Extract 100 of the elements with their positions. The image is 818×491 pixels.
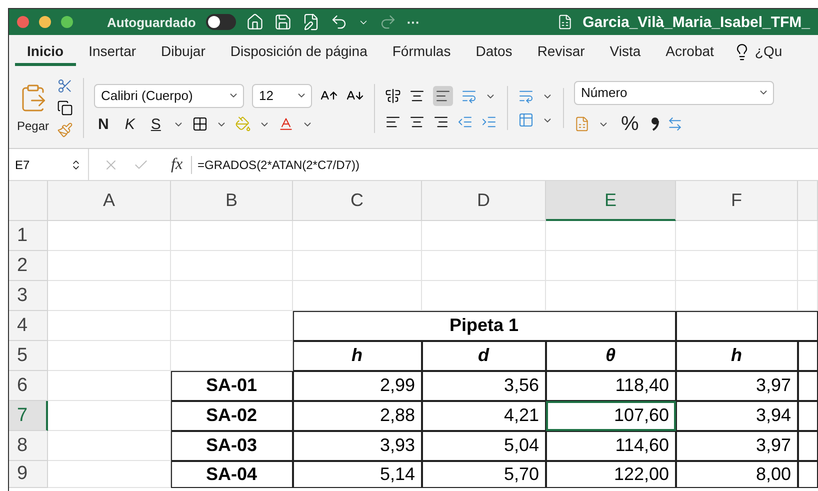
empty-cell[interactable] [422, 281, 546, 311]
ribbon-tab[interactable]: Acrobat [654, 37, 726, 66]
empty-cell[interactable] [546, 251, 676, 281]
ribbon-tab[interactable]: Dibujar [149, 37, 218, 66]
undo-icon [330, 13, 348, 31]
fill-color-icon [234, 116, 251, 132]
table-cell: 3,56 [422, 371, 546, 401]
row-header[interactable]: 5 [9, 341, 48, 371]
align-bottom-icon [435, 88, 452, 104]
empty-cell[interactable] [798, 401, 818, 431]
row-header[interactable]: 9 [9, 461, 48, 488]
redo-icon [378, 13, 397, 31]
column-header[interactable]: A [48, 181, 171, 221]
table-header: h [676, 341, 798, 371]
table-cell: 122,00 [546, 461, 676, 488]
more-button[interactable]: ··· [406, 14, 420, 30]
row-header[interactable]: 4 [9, 311, 48, 341]
empty-cell[interactable] [798, 431, 818, 461]
column-header[interactable]: F [676, 181, 798, 221]
font-size-dropdown[interactable]: 12 [252, 84, 312, 108]
empty-cell[interactable] [546, 281, 676, 311]
empty-cell[interactable] [798, 461, 818, 488]
table-cell: 3,94 [676, 401, 798, 431]
row-header[interactable]: 6 [9, 371, 48, 401]
table-cell: 2,88 [293, 401, 422, 431]
column-header[interactable]: D [422, 181, 546, 221]
empty-cell[interactable] [293, 251, 422, 281]
bold-button[interactable]: N [94, 116, 113, 132]
empty-cell[interactable] [676, 221, 798, 251]
ribbon-tab[interactable]: Vista [598, 37, 653, 66]
percent-button[interactable]: % [617, 112, 643, 136]
empty-cell[interactable] [798, 341, 818, 371]
table-cell: 8,00 [676, 461, 798, 488]
name-box[interactable]: E7 [9, 149, 89, 180]
empty-cell[interactable] [171, 251, 293, 281]
close-button[interactable] [17, 16, 29, 28]
save-icon [274, 13, 292, 31]
empty-cell[interactable] [798, 281, 818, 311]
ribbon-tab[interactable]: Insertar [76, 37, 148, 66]
merge-icon [518, 112, 534, 128]
underline-button[interactable]: S [146, 116, 165, 132]
ribbon-tab[interactable]: Fórmulas [380, 37, 463, 66]
autosave-toggle[interactable] [206, 14, 236, 30]
table-cell: 3,93 [293, 431, 422, 461]
table-header: h [293, 341, 422, 371]
empty-cell[interactable] [171, 281, 293, 311]
align-right-icon [433, 114, 450, 130]
select-all-corner[interactable] [9, 181, 48, 221]
italic-button[interactable]: K [120, 116, 139, 132]
ribbon-tab[interactable]: Disposición de página [218, 37, 380, 66]
scissors-icon [57, 78, 74, 94]
empty-cell[interactable] [798, 371, 818, 401]
function-label[interactable]: fx [163, 156, 192, 174]
paste-button[interactable]: Pegar [17, 83, 50, 133]
minimize-button[interactable] [39, 16, 51, 28]
row-header[interactable]: 3 [9, 281, 48, 311]
table-cell: SA-02 [171, 401, 293, 431]
ribbon-tab[interactable]: Revisar [525, 37, 597, 66]
table-cell: 3,97 [676, 431, 798, 461]
excel-file-icon [556, 14, 573, 30]
empty-cell[interactable] [171, 341, 293, 371]
empty-cell[interactable] [422, 221, 546, 251]
column-header[interactable]: C [293, 181, 422, 221]
font-name-dropdown[interactable]: Calibri (Cuerpo) [94, 84, 244, 108]
save-as-icon [302, 13, 320, 31]
ribbon-tab[interactable]: Datos [464, 37, 524, 66]
empty-cell[interactable] [171, 311, 293, 341]
empty-cell[interactable] [676, 251, 798, 281]
table-cell: 5,14 [293, 461, 422, 488]
table-header: d [422, 341, 546, 371]
empty-cell[interactable] [293, 281, 422, 311]
empty-cell[interactable] [676, 281, 798, 311]
row-header[interactable]: 8 [9, 431, 48, 461]
align-center-icon [409, 114, 426, 130]
align-bottom-button[interactable] [433, 86, 454, 106]
table-cell: SA-03 [171, 431, 293, 461]
empty-cell[interactable] [293, 221, 422, 251]
number-format-dropdown[interactable]: Número [574, 80, 774, 104]
column-header[interactable]: E [546, 181, 676, 221]
empty-cell[interactable] [676, 311, 818, 341]
autosave-label: Autoguardado [107, 14, 196, 30]
column-header[interactable]: B [171, 181, 293, 221]
zoom-button[interactable] [61, 16, 73, 28]
table-cell: 2,99 [293, 371, 422, 401]
row-header[interactable]: 1 [9, 221, 48, 251]
empty-cell[interactable] [546, 221, 676, 251]
row-header[interactable]: 7 [9, 401, 48, 431]
empty-cell[interactable] [422, 251, 546, 281]
row-header[interactable]: 2 [9, 251, 48, 281]
empty-cell[interactable] [798, 251, 818, 281]
empty-cell[interactable] [171, 221, 293, 251]
column-header[interactable] [798, 181, 818, 221]
formula-field[interactable]: =GRADOS(2*ATAN(2*C7/D7)) [192, 158, 360, 172]
table-cell: 3,97 [676, 371, 798, 401]
tell-me-field[interactable]: ¿Qu [750, 37, 794, 66]
stepper-icon [70, 158, 82, 170]
align-middle-icon [409, 88, 426, 104]
table-cell: SA-04 [171, 461, 293, 488]
home-icon [246, 13, 264, 31]
table-cell: 5,70 [422, 461, 546, 488]
